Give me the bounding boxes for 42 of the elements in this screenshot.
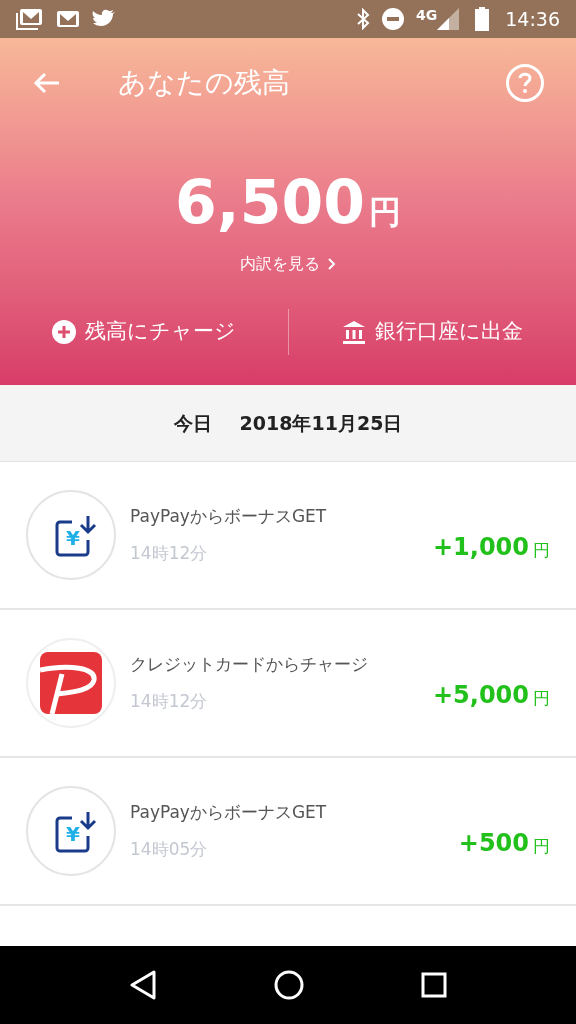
page-title: あなたの残高 — [118, 65, 290, 101]
battery-icon — [475, 7, 490, 31]
charge-button[interactable]: 残高にチャージ — [0, 299, 288, 365]
back-arrow-icon — [33, 71, 61, 95]
network-type: 4G — [416, 6, 438, 25]
transaction-time: 14時05分 — [130, 838, 209, 861]
transaction-title: PayPayからボーナスGET — [130, 504, 328, 528]
transaction-title: PayPayからボーナスGET — [130, 800, 328, 824]
signal-icon — [437, 8, 460, 30]
mail-icon — [56, 10, 80, 28]
currency-unit: 円 — [368, 196, 401, 228]
currency-unit: 円 — [533, 690, 550, 707]
bank-icon — [341, 319, 368, 345]
app-logo-icon — [40, 652, 102, 714]
date-text: 2018年11月25日 — [239, 410, 403, 436]
bird-icon — [92, 9, 116, 29]
yen-download-icon: ¥ — [26, 786, 116, 876]
home-icon[interactable] — [274, 970, 304, 1000]
date-label: 今日 — [173, 410, 212, 436]
balance-amount: 6,500 — [175, 172, 365, 232]
chevron-right-icon — [328, 258, 336, 270]
transaction-time: 14時12分 — [130, 690, 209, 713]
currency-unit: 円 — [533, 542, 550, 559]
yen-download-icon: ¥ — [26, 490, 116, 580]
question-mark-icon — [518, 72, 532, 94]
plus-circle-icon — [51, 319, 78, 345]
transaction-time: 14時12分 — [130, 542, 209, 565]
mail-icon — [16, 8, 44, 30]
transaction-title: クレジットカードからチャージ — [130, 652, 369, 676]
transaction-amount: +500 — [458, 831, 529, 855]
recent-apps-icon[interactable] — [421, 972, 448, 998]
back-icon[interactable] — [128, 970, 157, 1000]
do-not-disturb-icon — [382, 8, 404, 30]
clock: 14:36 — [505, 6, 560, 32]
currency-unit: 円 — [533, 838, 550, 855]
withdraw-button[interactable]: 銀行口座に出金 — [288, 299, 576, 365]
transaction-row[interactable]: ¥ PayPayからボーナスGET 14時05分 +500 円 — [0, 758, 576, 906]
bluetooth-icon — [356, 8, 370, 30]
transaction-amount: +5,000 — [432, 683, 529, 707]
transaction-row[interactable]: ¥ PayPayからボーナスGET 14時12分 +1,000 円 — [0, 462, 576, 610]
transaction-row[interactable]: クレジットカードからチャージ 14時12分 +5,000 円 — [0, 610, 576, 758]
transaction-amount: +1,000 — [432, 535, 529, 559]
